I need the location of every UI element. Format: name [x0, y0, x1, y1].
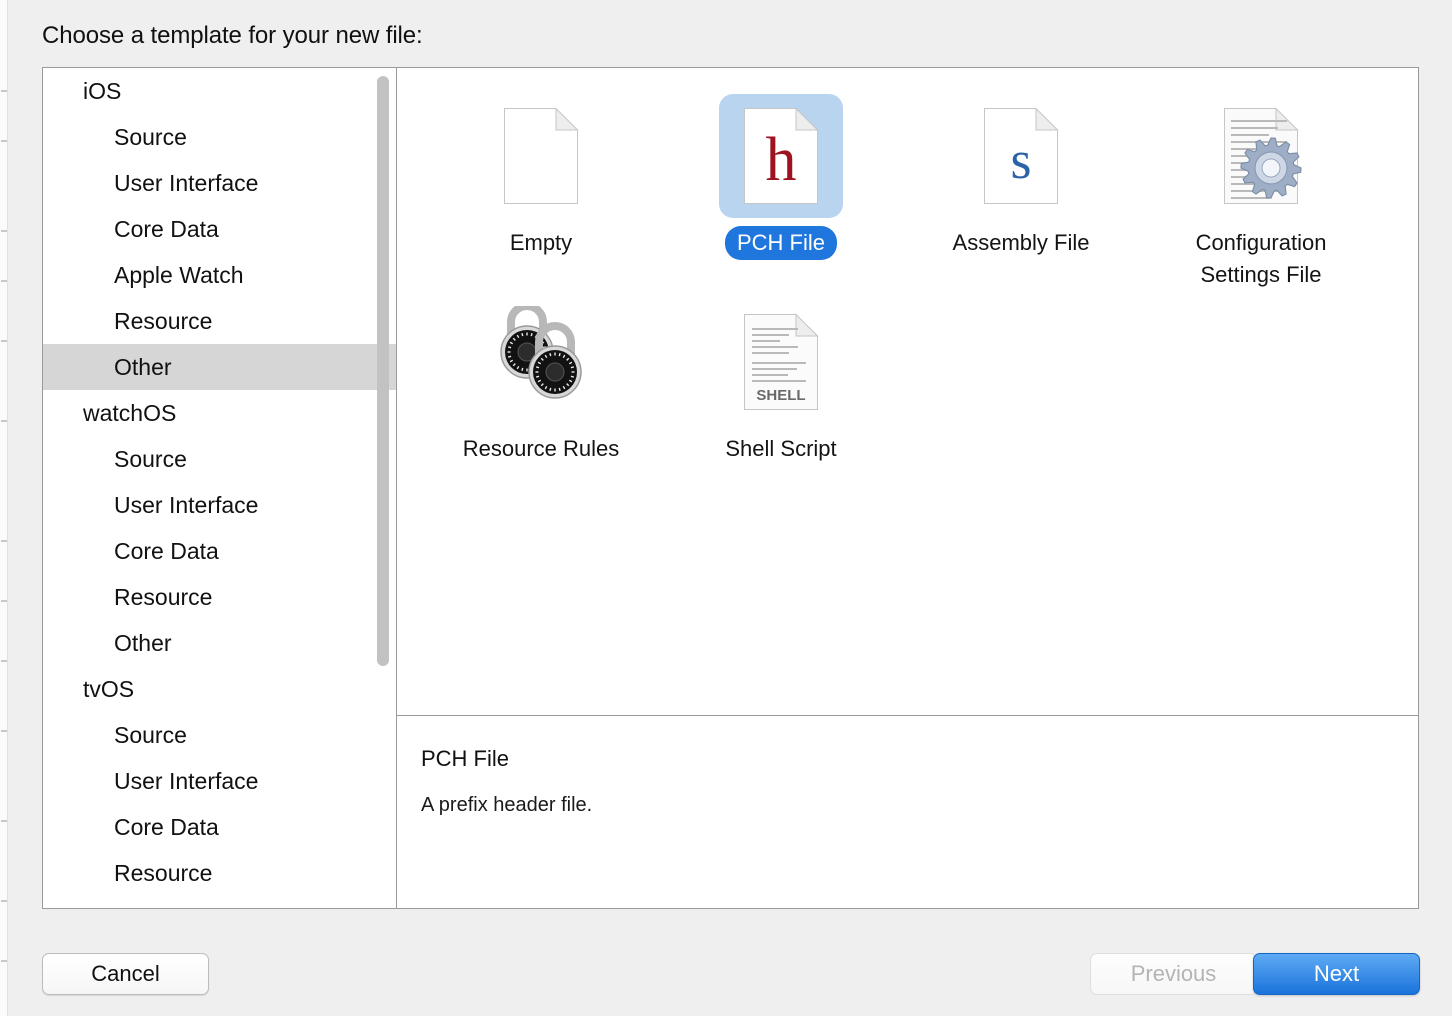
template-icon-container — [1199, 94, 1323, 218]
template-item-pch-file[interactable]: h PCH File — [661, 86, 901, 292]
template-label: Configuration Settings File — [1195, 230, 1327, 287]
sidebar-item-tvos[interactable]: tvOS — [43, 666, 396, 712]
template-grid: Empty h PCH File s Assembly File Configuratio… — [397, 68, 1418, 715]
template-label: Assembly File — [952, 230, 1090, 255]
sidebar-item-source[interactable]: Source — [43, 712, 396, 758]
sidebar-item-core-data[interactable]: Core Data — [43, 206, 396, 252]
sidebar-item-label: Resource — [114, 307, 213, 334]
sidebar-item-resource[interactable]: Resource — [43, 298, 396, 344]
sidebar-item-label: Other — [114, 353, 172, 380]
template-item-shell-script[interactable]: SHELL Shell Script — [661, 292, 901, 466]
template-item-empty[interactable]: Empty — [421, 86, 661, 292]
sidebar-item-label: User Interface — [114, 169, 259, 196]
template-detail-pane: PCH File A prefix header file. — [397, 715, 1418, 908]
template-chooser-body: iOS Source User Interface Core Data Apple Wa… — [42, 67, 1419, 909]
sidebar-item-user-interface[interactable]: User Interface — [43, 482, 396, 528]
shell-script-document-icon: SHELL — [744, 313, 819, 410]
template-icon-container — [479, 94, 603, 218]
sidebar-item-other[interactable]: Other — [43, 344, 396, 390]
template-icon-container: h — [719, 94, 843, 218]
template-label: Empty — [509, 230, 573, 255]
sidebar-item-label: watchOS — [83, 399, 177, 426]
template-item-configuration-settings-file[interactable]: Configuration Settings File — [1141, 86, 1381, 292]
sidebar-item-resource[interactable]: Resource — [43, 850, 396, 896]
sidebar-item-other[interactable]: Other — [43, 620, 396, 666]
background-window-sliver — [0, 0, 8, 1016]
sidebar-item-label: Source — [114, 123, 187, 150]
svg-text:s: s — [1010, 130, 1031, 190]
sidebar-item-core-data[interactable]: Core Data — [43, 528, 396, 574]
template-pane: Empty h PCH File s Assembly File Configuratio… — [397, 68, 1418, 908]
template-item-assembly-file[interactable]: s Assembly File — [901, 86, 1141, 292]
sidebar-item-user-interface[interactable]: User Interface — [43, 758, 396, 804]
sidebar-item-watchos[interactable]: watchOS — [43, 390, 396, 436]
blank-document-icon — [504, 107, 579, 204]
sidebar-item-label: Core Data — [114, 537, 219, 564]
gear-document-icon — [1224, 107, 1302, 204]
previous-button[interactable]: Previous — [1090, 953, 1257, 995]
padlocks-icon — [500, 306, 582, 399]
cancel-button[interactable]: Cancel — [42, 953, 209, 995]
sidebar-item-label: User Interface — [114, 767, 259, 794]
sidebar-item-ios[interactable]: iOS — [43, 68, 396, 114]
s-assembly-document-icon: s — [984, 107, 1059, 204]
sidebar-item-source[interactable]: Source — [43, 436, 396, 482]
dialog-footer: Cancel Previous Next — [9, 909, 1452, 1016]
sidebar-item-label: Resource — [114, 859, 213, 886]
sidebar-item-label: User Interface — [114, 491, 259, 518]
template-label: Shell Script — [725, 436, 837, 461]
dialog-title: Choose a template for your new file: — [42, 22, 423, 49]
sidebar-item-source[interactable]: Source — [43, 114, 396, 160]
next-button[interactable]: Next — [1253, 953, 1420, 995]
svg-text:SHELL: SHELL — [756, 387, 805, 404]
template-icon-container: s — [959, 94, 1083, 218]
detail-description: A prefix header file. — [421, 794, 593, 816]
sidebar-item-label: Core Data — [114, 215, 219, 242]
template-label: Resource Rules — [462, 436, 620, 461]
new-file-template-dialog: Choose a template for your new file: iOS… — [9, 0, 1452, 1016]
sidebar-item-resource[interactable]: Resource — [43, 574, 396, 620]
svg-text:h: h — [766, 126, 797, 194]
sidebar-item-core-data[interactable]: Core Data — [43, 804, 396, 850]
detail-title: PCH File — [421, 746, 510, 771]
sidebar-item-label: Source — [114, 445, 187, 472]
sidebar-item-label: Resource — [114, 583, 213, 610]
sidebar-item-label: Source — [114, 721, 187, 748]
sidebar-item-apple-watch[interactable]: Apple Watch — [43, 252, 396, 298]
platform-category-sidebar[interactable]: iOS Source User Interface Core Data Apple Wa… — [43, 68, 397, 908]
template-icon-container: SHELL — [719, 300, 843, 424]
h-header-document-icon: h — [744, 107, 819, 204]
sidebar-item-label: Apple Watch — [114, 261, 244, 288]
sidebar-item-label: tvOS — [83, 675, 135, 702]
template-label: PCH File — [724, 226, 837, 260]
template-item-resource-rules[interactable]: Resource Rules — [421, 292, 661, 466]
sidebar-scrollbar[interactable] — [376, 68, 390, 908]
template-icon-container — [479, 300, 603, 424]
sidebar-item-label: iOS — [83, 77, 122, 104]
sidebar-item-label: Core Data — [114, 813, 219, 840]
sidebar-scrollbar-thumb[interactable] — [377, 76, 389, 666]
sidebar-item-label: Other — [114, 629, 172, 656]
sidebar-item-user-interface[interactable]: User Interface — [43, 160, 396, 206]
